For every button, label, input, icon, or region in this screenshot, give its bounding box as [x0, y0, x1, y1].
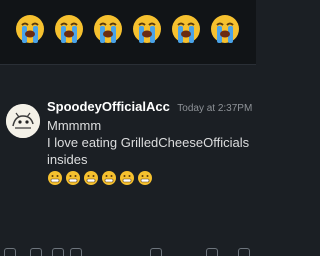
message-meta: SpoodeyOfficialAcc Today at 2:37PM [47, 99, 252, 117]
toolbar-icon[interactable] [52, 248, 64, 256]
grimacing-face-icon [48, 171, 62, 185]
grimacing-face-icon [66, 171, 80, 185]
message-emoji-row [47, 170, 252, 186]
emoji-row [13, 13, 242, 45]
timestamp: Today at 2:37PM [177, 103, 253, 114]
toolbar-icon[interactable] [30, 248, 42, 256]
loudly-crying-face-icon [211, 15, 239, 43]
grimacing-face-icon [84, 171, 98, 185]
message-line: I love eating GrilledCheeseOfficials [47, 135, 250, 150]
previous-message-area [0, 0, 256, 64]
toolbar-icon[interactable] [206, 248, 218, 256]
loudly-crying-face-icon [16, 15, 44, 43]
toolbar-icon[interactable] [238, 248, 250, 256]
loudly-crying-face-icon [172, 15, 200, 43]
grimacing-face-icon [138, 171, 152, 185]
toolbar-icon[interactable] [4, 248, 16, 256]
loudly-crying-face-icon [94, 15, 122, 43]
username[interactable]: SpoodeyOfficialAcc [47, 99, 170, 114]
message-line: insides [47, 152, 88, 167]
grimacing-face-icon [102, 171, 116, 185]
message-line: Mmmmm [47, 118, 102, 133]
loudly-crying-face-icon [133, 15, 161, 43]
message-body: SpoodeyOfficialAcc Today at 2:37PM Mmmmm… [47, 99, 252, 186]
avatar-drawing-icon [6, 104, 40, 138]
toolbar-icon[interactable] [150, 248, 162, 256]
bottom-toolbar [0, 244, 256, 256]
loudly-crying-face-icon [55, 15, 83, 43]
toolbar-icon[interactable] [70, 248, 82, 256]
grimacing-face-icon [120, 171, 134, 185]
avatar[interactable] [6, 104, 40, 138]
divider [0, 64, 256, 65]
